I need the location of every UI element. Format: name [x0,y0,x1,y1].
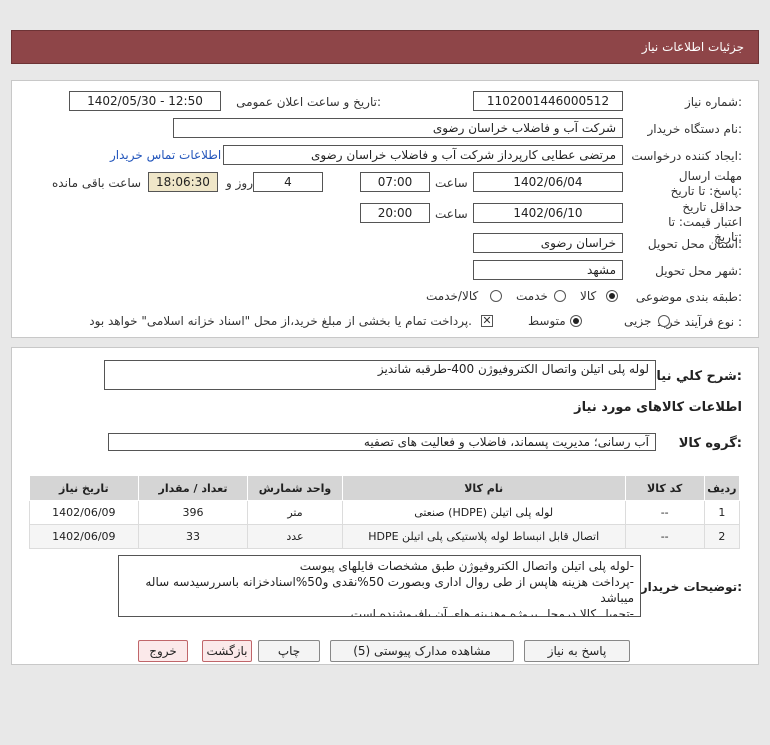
process-minor-label: جزیی [624,314,652,328]
exit-button[interactable]: خروج [138,640,188,662]
col-header-date: تاریخ نیاز [29,475,139,501]
col-header-name: نام کالا [341,475,626,501]
cell-date: 1402/06/09 [29,524,139,549]
remaining-time-field: 18:06:30 [148,172,218,192]
goods-group-label: گروه کالا: [678,436,742,451]
category-radio-service[interactable] [554,290,566,302]
process-medium-label: متوسط [528,314,566,328]
col-header-quantity: تعداد / مقدار [137,475,249,501]
price-time-label: ساعت [435,207,468,221]
back-button[interactable]: بازگشت [202,640,252,662]
category-goods-label: کالا [580,289,597,303]
price-time-field: 20:00 [360,203,430,223]
process-radio-medium[interactable] [570,315,582,327]
announce-label: تاریخ و ساعت اعلان عمومی: [236,95,381,109]
buyer-notes-field: -لوله پلی اتیلن واتصال الکتروفیوژن طبق م… [118,555,641,617]
province-field: خراسان رضوی [473,233,623,253]
need-summary-label: شرح کلي نياز: [648,369,742,384]
cell-quantity: 396 [137,500,249,525]
days-field: 4 [253,172,323,192]
table-header-row: ردیف کد کالا نام کالا واحد شمارش تعداد /… [29,475,741,501]
col-header-row: ردیف [703,475,741,501]
page-header: جزئیات اطلاعات نیاز [11,30,759,64]
buyer-notes-label: توضیحات خریدار: [640,580,742,594]
print-button[interactable]: چاپ [258,640,320,662]
category-goods-service-label: کالا/خدمت [426,289,479,303]
category-radio-goods[interactable] [606,290,618,302]
table-row: 1 -- لوله پلی اتیلن (HDPE) صنعتی متر 396… [29,500,741,525]
buyer-contact-link[interactable]: اطلاعات تماس خریدار [110,148,221,162]
days-label: روز و [226,176,253,190]
price-date-field: 1402/06/10 [473,203,623,223]
province-label: استان محل تحویل: [647,237,742,251]
cell-quantity: 33 [137,524,249,549]
reply-button[interactable]: پاسخ به نیاز [524,640,630,662]
cell-row: 1 [703,500,741,525]
cell-code: -- [624,500,705,525]
city-label: شهر محل تحویل: [655,264,742,278]
col-header-code: کد کالا [624,475,705,501]
goods-info-title: اطلاعات کالاهای مورد نیاز [574,400,742,415]
cell-code: -- [624,524,705,549]
reply-time-label: ساعت [435,176,468,190]
city-field: مشهد [473,260,623,280]
table-row: 2 -- اتصال قابل انبساط لوله پلاستیکی پلی… [29,524,741,549]
goods-table: ردیف کد کالا نام کالا واحد شمارش تعداد /… [29,475,741,549]
view-documents-button[interactable]: مشاهده مدارک پیوستی (5) [330,640,514,662]
buyer-org-field: شرکت آب و فاضلاب خراسان رضوی [173,118,623,138]
remaining-label: ساعت باقی مانده [52,176,142,190]
creator-label: ایجاد کننده درخواست: [631,149,742,163]
cell-unit: متر [247,500,343,525]
announce-field: 1402/05/30 - 12:50 [69,91,221,111]
reply-deadline-label: مهلت ارسال پاسخ: تا تاریخ: [670,169,742,198]
col-header-unit: واحد شمارش [247,475,343,501]
treasury-checkbox[interactable]: ✕ [481,315,493,327]
process-radio-minor[interactable] [658,315,670,327]
cell-name: لوله پلی اتیلن (HDPE) صنعتی [341,500,626,525]
page-title: جزئیات اطلاعات نیاز [641,40,744,54]
cell-unit: عدد [247,524,343,549]
need-number-label: شماره نیاز: [684,95,742,109]
reply-date-field: 1402/06/04 [473,172,623,192]
buyer-org-label: نام دستگاه خریدار: [647,122,743,136]
need-number-field: 1102001446000512 [473,91,623,111]
category-service-label: خدمت [516,289,548,303]
cell-row: 2 [703,524,741,549]
creator-field: مرتضی عطایی کارپرداز شرکت آب و فاضلاب خر… [223,145,623,165]
category-radio-goods-service[interactable] [490,290,502,302]
payment-note: پرداخت تمام یا بخشی از مبلغ خرید،از محل … [89,314,472,328]
need-summary-field: لوله پلی اتیلن واتصال الکتروفیوژن 400-طر… [104,360,656,390]
goods-group-field: آب رسانی؛ مدیریت پسماند، فاضلاب و فعالیت… [108,433,656,451]
cell-date: 1402/06/09 [29,500,139,525]
category-label: طبقه بندی موضوعی: [635,290,742,304]
cell-name: اتصال قابل انبساط لوله پلاستیکی پلی اتیل… [341,524,626,549]
reply-time-field: 07:00 [360,172,430,192]
